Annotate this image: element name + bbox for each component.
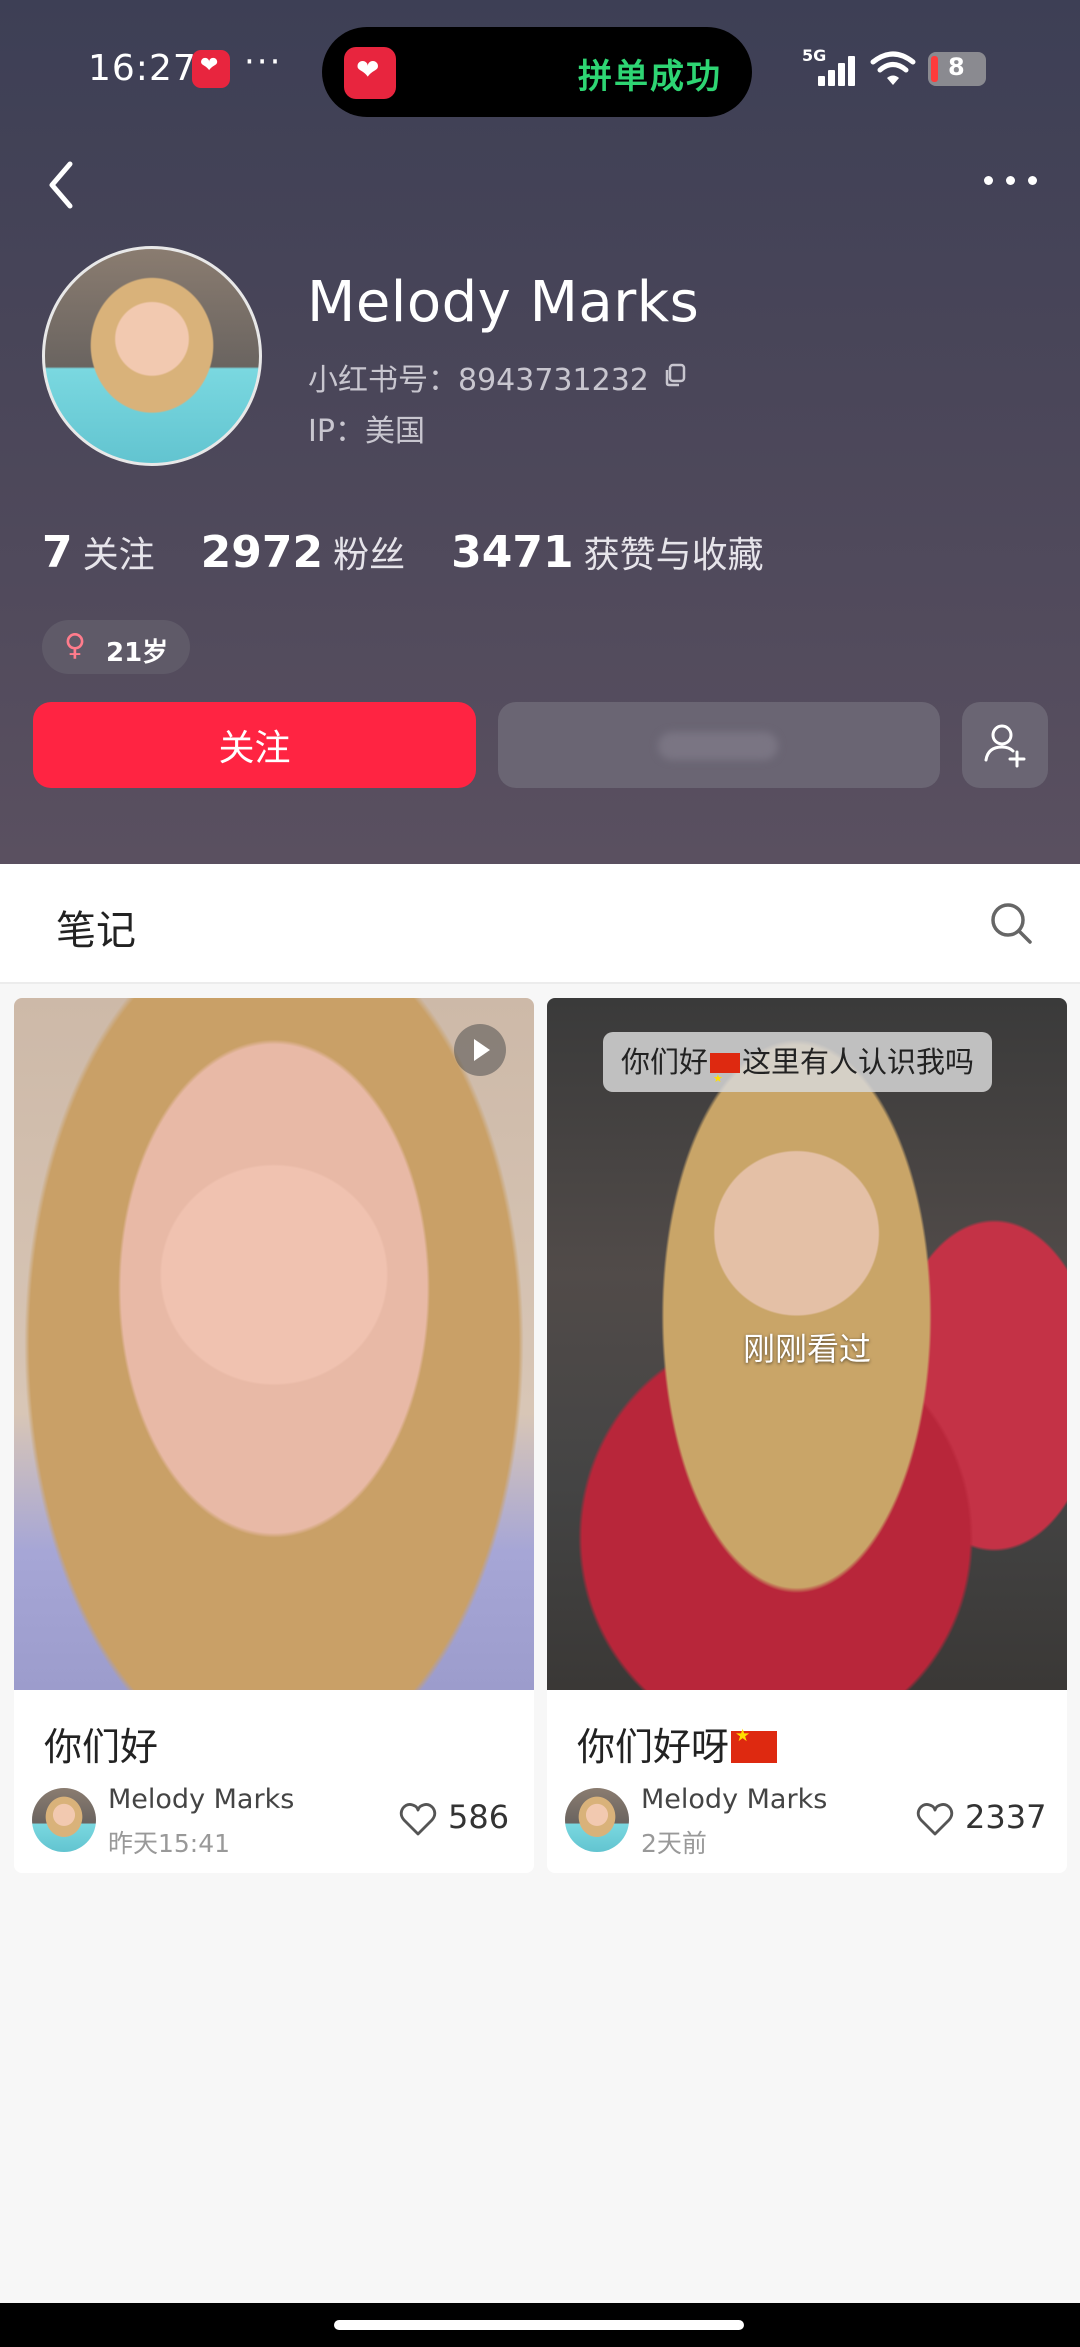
stat-number: 2972 xyxy=(200,527,324,578)
stat-label: 粉丝 xyxy=(333,535,406,576)
island-text: 拼单成功 xyxy=(578,57,722,97)
like-count: 2337 xyxy=(965,1798,1047,1836)
tab-notes[interactable]: 笔记 xyxy=(56,898,136,956)
add-user-icon xyxy=(984,724,1026,768)
battery-level: 8 xyxy=(948,53,965,81)
island-app-icon xyxy=(344,47,396,99)
author-avatar[interactable] xyxy=(565,1788,629,1852)
note-title: 你们好 xyxy=(44,1725,159,1769)
note-card[interactable]: 你们好这里有人认识我吗 刚刚看过 你们好呀 Melody Marks 2天前 2… xyxy=(547,998,1067,1873)
stat-number: 7 xyxy=(42,527,73,578)
app-notification-icon xyxy=(192,50,230,88)
profile-stats: 7 关注 2972 粉丝 3471 获赞与收藏 xyxy=(42,526,810,586)
status-more-dots: ··· xyxy=(244,42,283,82)
copy-icon[interactable] xyxy=(662,362,688,388)
search-icon[interactable] xyxy=(988,900,1034,946)
follow-button[interactable]: 关注 xyxy=(33,702,476,788)
note-title-text: 你们好呀 xyxy=(577,1725,730,1769)
profile-header: 16:27 ··· 拼单成功 5G 8 Melody Marks 小红书号： xyxy=(0,0,1080,864)
author-avatar[interactable] xyxy=(32,1788,96,1852)
recently-viewed-label: 刚刚看过 xyxy=(742,1330,871,1368)
dynamic-island[interactable]: 拼单成功 xyxy=(322,27,752,117)
heart-icon[interactable] xyxy=(915,1800,955,1838)
heart-icon[interactable] xyxy=(398,1800,438,1838)
red-id: 小红书号：8943731232 xyxy=(308,363,649,398)
note-cover-image[interactable]: 你们好这里有人认识我吗 刚刚看过 xyxy=(547,998,1067,1690)
age-tag: ♀ 21岁 xyxy=(42,620,190,674)
battery-icon: 8 xyxy=(928,52,986,86)
china-flag-icon xyxy=(710,1049,741,1109)
stat-label: 关注 xyxy=(82,535,155,576)
note-title: 你们好呀 xyxy=(577,1716,779,1771)
caption-text-start: 你们好 xyxy=(621,1045,709,1079)
home-indicator[interactable] xyxy=(334,2320,744,2330)
message-button[interactable] xyxy=(498,702,940,788)
note-card[interactable]: 你们好 Melody Marks 昨天15:41 586 xyxy=(14,998,534,1873)
author-name[interactable]: Melody Marks xyxy=(108,1784,294,1815)
stat-number: 3471 xyxy=(451,527,574,578)
status-bar: 16:27 ··· 拼单成功 5G 8 xyxy=(0,27,1080,117)
ip-location: IP：美国 xyxy=(308,414,425,449)
add-friend-button[interactable] xyxy=(962,702,1048,788)
profile-name: Melody Marks xyxy=(307,270,700,335)
stat-following[interactable]: 7 关注 xyxy=(42,526,155,578)
wifi-icon xyxy=(870,51,916,85)
status-time: 16:27 xyxy=(88,48,197,89)
stat-likes-collects[interactable]: 3471 获赞与收藏 xyxy=(451,526,763,578)
note-cover-image[interactable] xyxy=(14,998,534,1690)
stat-followers[interactable]: 2972 粉丝 xyxy=(201,526,405,578)
signal-icon xyxy=(818,54,858,86)
china-flag-icon xyxy=(731,1726,778,1763)
back-icon[interactable] xyxy=(36,150,86,220)
profile-avatar[interactable] xyxy=(42,246,262,466)
age-text: 21岁 xyxy=(106,638,169,668)
video-caption: 你们好这里有人认识我吗 xyxy=(603,1032,993,1109)
video-play-icon xyxy=(454,1024,506,1076)
more-options-icon[interactable] xyxy=(976,160,1046,200)
blurred-label xyxy=(658,732,778,760)
note-time: 昨天15:41 xyxy=(108,1829,231,1858)
caption-text-end: 这里有人认识我吗 xyxy=(742,1045,975,1079)
home-bar xyxy=(0,2303,1080,2347)
notes-tab-bar: 笔记 xyxy=(0,864,1080,984)
stat-label: 获赞与收藏 xyxy=(583,535,764,576)
author-name[interactable]: Melody Marks xyxy=(641,1784,827,1815)
female-icon: ♀ xyxy=(64,628,86,663)
note-time: 2天前 xyxy=(641,1829,707,1858)
like-count: 586 xyxy=(448,1798,510,1836)
